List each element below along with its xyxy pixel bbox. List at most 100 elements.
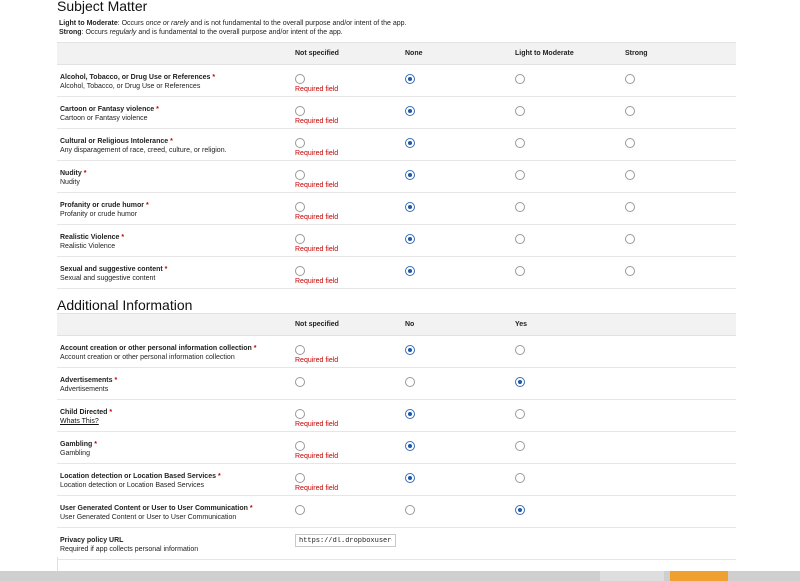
secondary-button[interactable] xyxy=(600,571,664,581)
radio-no[interactable] xyxy=(405,377,415,387)
required-marker: * xyxy=(94,441,97,448)
radio-strong[interactable] xyxy=(625,170,635,180)
question-description: Alcohol, Tobacco, or Drug Use or Referen… xyxy=(60,83,201,90)
radio-light-to-moderate[interactable] xyxy=(515,266,525,276)
radio-strong[interactable] xyxy=(625,202,635,212)
radio-light-to-moderate[interactable] xyxy=(515,106,525,116)
required-field-error: Required field xyxy=(295,246,339,253)
required-field-error: Required field xyxy=(295,453,339,460)
radio-yes[interactable] xyxy=(515,473,525,483)
question-description: Profanity or crude humor xyxy=(60,211,138,218)
question-description: Location detection or Location Based Ser… xyxy=(60,482,204,489)
question-description: Required if app collects personal inform… xyxy=(60,546,199,553)
required-field-error: Required field xyxy=(295,357,339,364)
radio-none[interactable] xyxy=(405,138,415,148)
radio-none[interactable] xyxy=(405,234,415,244)
question-row-user-generated-content-or-user-to-user-communication: User Generated Content or User to User C… xyxy=(57,495,736,528)
required-marker: * xyxy=(249,505,253,512)
radio-strong[interactable] xyxy=(625,234,635,244)
question-row-location-detection-or-location-based-services: Location detection or Location Based Ser… xyxy=(57,463,736,496)
required-marker: * xyxy=(212,74,216,81)
question-row-advertisements: Advertisements * Advertisements xyxy=(57,367,736,400)
question-row-gambling: Gambling * Gambling Required field xyxy=(57,431,736,464)
radio-not-specified[interactable] xyxy=(295,106,305,116)
radio-strong[interactable] xyxy=(625,266,635,276)
radio-not-specified[interactable] xyxy=(295,473,305,483)
question-title: User Generated Content or User to User C… xyxy=(60,505,253,512)
question-title: Cartoon or Fantasy violence * xyxy=(60,106,159,113)
required-marker: * xyxy=(145,202,149,209)
question-row-alcohol-tobacco-or-drug-use-or-references: Alcohol, Tobacco, or Drug Use or Referen… xyxy=(57,64,736,97)
radio-not-specified[interactable] xyxy=(295,202,305,212)
radio-yes[interactable] xyxy=(515,441,525,451)
question-title: Cultural or Religious Intolerance * xyxy=(60,138,173,145)
radio-light-to-moderate[interactable] xyxy=(515,170,525,180)
radio-light-to-moderate[interactable] xyxy=(515,74,525,84)
question-row-cultural-or-religious-intolerance: Cultural or Religious Intolerance * Any d… xyxy=(57,128,736,161)
radio-no[interactable] xyxy=(405,473,415,483)
radio-not-specified[interactable] xyxy=(295,505,305,515)
col-yes: Yes xyxy=(515,313,625,336)
required-marker: * xyxy=(217,473,221,480)
radio-none[interactable] xyxy=(405,170,415,180)
radio-not-specified[interactable] xyxy=(295,170,305,180)
required-marker: * xyxy=(253,345,257,352)
question-row-cartoon-or-fantasy-violence: Cartoon or Fantasy violence * Cartoon or … xyxy=(57,96,736,129)
question-description: Cartoon or Fantasy violence xyxy=(60,115,148,122)
radio-not-specified[interactable] xyxy=(295,74,305,84)
radio-not-specified[interactable] xyxy=(295,345,305,355)
radio-no[interactable] xyxy=(405,441,415,451)
question-description: Advertisements xyxy=(60,386,109,393)
required-marker: * xyxy=(114,377,118,384)
required-marker: * xyxy=(83,170,87,177)
radio-not-specified[interactable] xyxy=(295,234,305,244)
question-description: Account creation or other personal infor… xyxy=(60,354,235,361)
question-title: Sexual and suggestive content * xyxy=(60,266,168,273)
radio-not-specified[interactable] xyxy=(295,377,305,387)
radio-no[interactable] xyxy=(405,409,415,419)
question-description: Realistic Violence xyxy=(60,243,116,250)
radio-not-specified[interactable] xyxy=(295,138,305,148)
required-field-error: Required field xyxy=(295,86,339,93)
question-row-account-creation-or-other-personal-information-collection: Account creation or other personal infor… xyxy=(57,335,736,368)
radio-not-specified[interactable] xyxy=(295,409,305,419)
question-row-sexual-and-suggestive-content: Sexual and suggestive content * Sexual an… xyxy=(57,256,736,289)
whats-this-link[interactable]: Whats This? xyxy=(60,418,295,425)
question-description: User Generated Content or User to User C… xyxy=(60,514,237,521)
radio-yes[interactable] xyxy=(515,505,525,515)
radio-none[interactable] xyxy=(405,202,415,212)
radio-yes[interactable] xyxy=(515,345,525,355)
radio-not-specified[interactable] xyxy=(295,266,305,276)
col-none: None xyxy=(405,42,515,65)
radio-light-to-moderate[interactable] xyxy=(515,234,525,244)
required-field-error: Required field xyxy=(295,278,339,285)
radio-light-to-moderate[interactable] xyxy=(515,202,525,212)
radio-strong[interactable] xyxy=(625,138,635,148)
radio-yes[interactable] xyxy=(515,377,525,387)
question-title: Nudity * xyxy=(60,170,87,177)
radio-none[interactable] xyxy=(405,74,415,84)
additional-information-table: Not specified No Yes Account creation or… xyxy=(57,313,736,560)
radio-none[interactable] xyxy=(405,106,415,116)
radio-no[interactable] xyxy=(405,345,415,355)
question-description: Sexual and suggestive content xyxy=(60,275,156,282)
required-field-error: Required field xyxy=(295,182,339,189)
radio-not-specified[interactable] xyxy=(295,441,305,451)
privacy-policy-url-input[interactable] xyxy=(295,534,396,547)
radio-none[interactable] xyxy=(405,266,415,276)
required-marker: * xyxy=(121,234,125,241)
col-light-to-moderate: Light to Moderate xyxy=(515,42,625,65)
radio-light-to-moderate[interactable] xyxy=(515,138,525,148)
question-row-privacy-policy-url: Privacy policy URL Required if app collec… xyxy=(57,527,736,560)
question-title: Privacy policy URL xyxy=(60,537,124,544)
radio-strong[interactable] xyxy=(625,106,635,116)
required-marker: * xyxy=(156,106,159,113)
required-marker: * xyxy=(109,409,113,416)
radio-no[interactable] xyxy=(405,505,415,515)
radio-strong[interactable] xyxy=(625,74,635,84)
primary-button[interactable] xyxy=(670,571,728,581)
question-row-nudity: Nudity * Nudity Required field xyxy=(57,160,736,193)
question-title: Child Directed * xyxy=(60,409,113,416)
radio-yes[interactable] xyxy=(515,409,525,419)
content-border xyxy=(57,557,58,571)
